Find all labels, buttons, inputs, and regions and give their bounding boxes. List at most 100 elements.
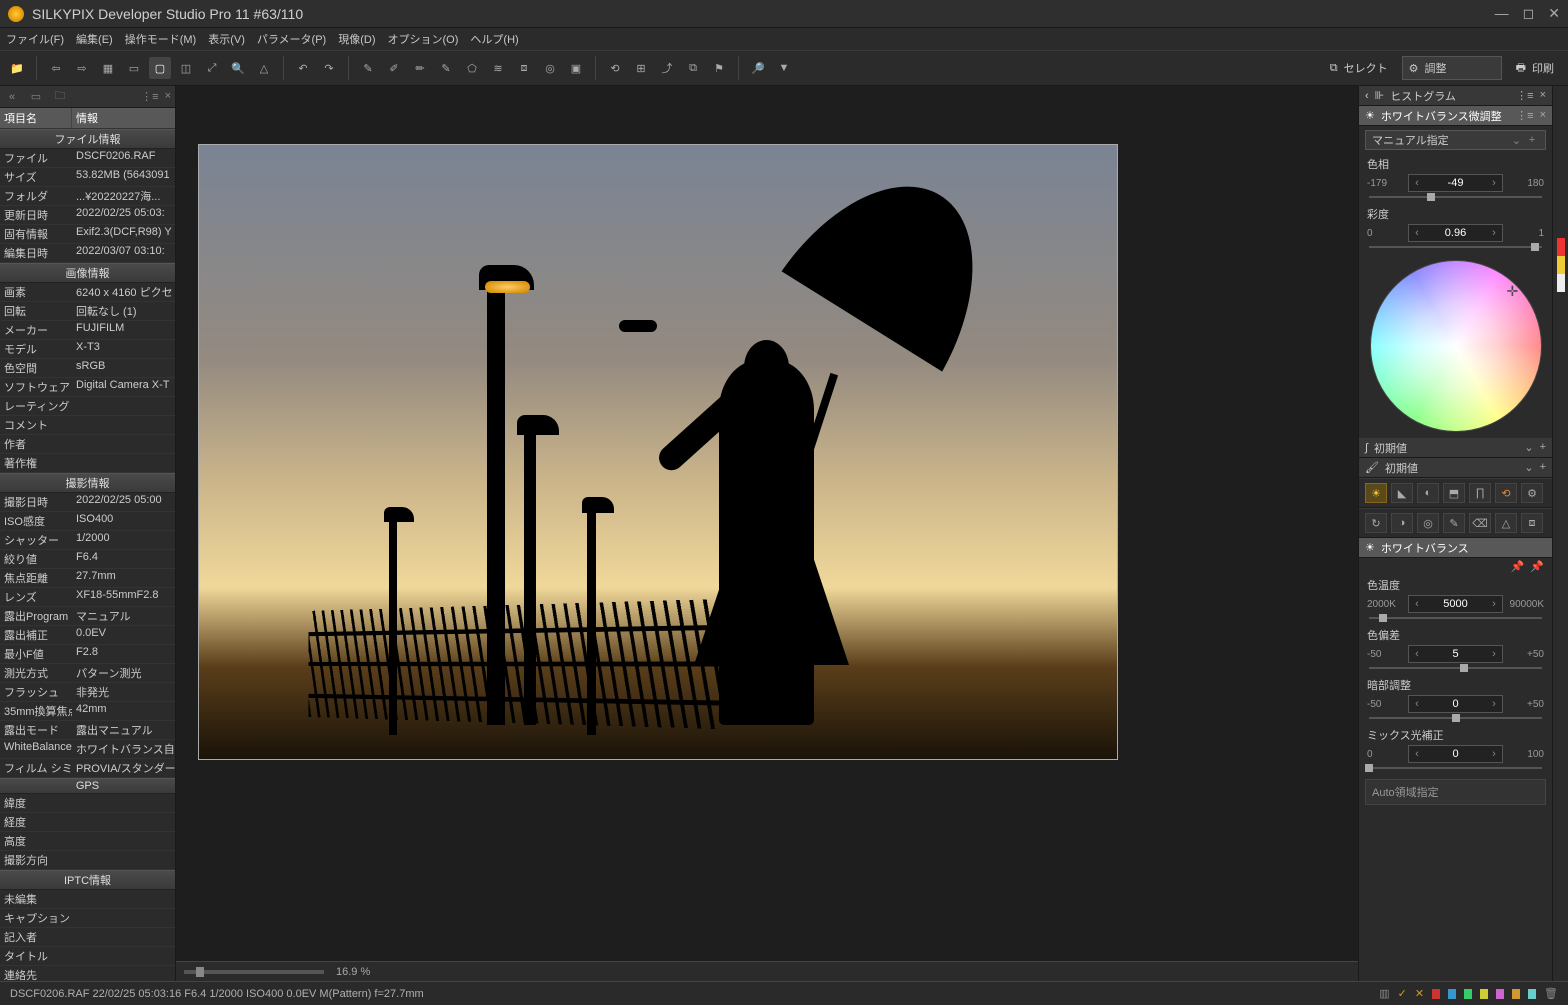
- exposure-tool-icon[interactable]: ◐: [1417, 483, 1439, 503]
- sharpen-tool-icon[interactable]: △: [1495, 513, 1517, 533]
- menu-file[interactable]: ファイル(F): [6, 31, 64, 47]
- menu-help[interactable]: ヘルプ(H): [470, 31, 518, 47]
- color-wheel[interactable]: ✛: [1370, 260, 1542, 432]
- tool-compare-icon[interactable]: ⧉: [682, 57, 704, 79]
- canvas[interactable]: [176, 86, 1358, 961]
- tool-clone-icon[interactable]: ◎: [539, 57, 561, 79]
- redo-icon[interactable]: ↷: [318, 57, 340, 79]
- tone-tool-icon[interactable]: ◣: [1391, 483, 1413, 503]
- zoom-slider[interactable]: [184, 970, 324, 974]
- status-page-icon[interactable]: ▥: [1379, 987, 1389, 1000]
- open-folder-icon[interactable]: 📁: [6, 57, 28, 79]
- mix-slider[interactable]: [1369, 767, 1542, 769]
- panel-close-icon[interactable]: ×: [1540, 109, 1546, 122]
- marker-pink-icon[interactable]: [1496, 989, 1504, 999]
- cd-slider[interactable]: [1369, 667, 1542, 669]
- panel-menu-icon[interactable]: ⋮≡: [141, 90, 158, 103]
- warning-icon[interactable]: △: [253, 57, 275, 79]
- cd-value-input[interactable]: ‹5›: [1408, 645, 1503, 663]
- tool-flag-icon[interactable]: ⚑: [708, 57, 730, 79]
- status-check-icon[interactable]: ✓: [1398, 987, 1407, 1000]
- status-close-icon[interactable]: ✕: [1415, 987, 1424, 1000]
- panel-menu-icon[interactable]: ⋮≡: [1516, 89, 1533, 102]
- minimize-button[interactable]: —: [1495, 5, 1509, 22]
- fullscreen-icon[interactable]: ⤢: [201, 57, 223, 79]
- thumbnail-view-icon[interactable]: ▦: [97, 57, 119, 79]
- tab-folder-icon[interactable]: 🗀: [52, 89, 68, 105]
- tab-info-icon[interactable]: ▭: [28, 89, 44, 105]
- wb-pin1-icon[interactable]: 📌: [1511, 560, 1525, 573]
- menu-edit[interactable]: 編集(E): [76, 31, 113, 47]
- menu-mode[interactable]: 操作モード(M): [125, 31, 197, 47]
- menu-view[interactable]: 表示(V): [208, 31, 245, 47]
- menu-option[interactable]: オプション(O): [388, 31, 459, 47]
- chevron-down-icon[interactable]: ⌄: [1524, 461, 1533, 474]
- split-view-icon[interactable]: ◫: [175, 57, 197, 79]
- mode-print[interactable]: 🖶 印刷: [1508, 59, 1562, 78]
- sat-slider[interactable]: [1369, 246, 1542, 248]
- dark-value-input[interactable]: ‹0›: [1408, 695, 1503, 713]
- combined-view-icon[interactable]: ▭: [123, 57, 145, 79]
- tool-rotate-icon[interactable]: ⟲: [604, 57, 626, 79]
- menu-param[interactable]: パラメータ(P): [257, 31, 326, 47]
- sat-value-input[interactable]: ‹0.96›: [1408, 224, 1503, 242]
- marker-orange-icon[interactable]: [1512, 989, 1520, 999]
- close-button[interactable]: ✕: [1548, 5, 1560, 22]
- marker-blue-icon[interactable]: [1448, 989, 1456, 999]
- ct-slider[interactable]: [1369, 617, 1542, 619]
- mix-value-input[interactable]: ‹0›: [1408, 745, 1503, 763]
- eraser-tool-icon[interactable]: ⌫: [1469, 513, 1491, 533]
- highlight-tool-icon[interactable]: ⬒: [1443, 483, 1465, 503]
- ct-value-input[interactable]: ‹5000›: [1408, 595, 1503, 613]
- mode-adjust-dropdown[interactable]: ⚙ 調整: [1402, 56, 1502, 80]
- settings-tool-icon[interactable]: ⚙: [1521, 483, 1543, 503]
- panel-close-icon[interactable]: ×: [165, 90, 171, 103]
- tool-layers-icon[interactable]: ≋: [487, 57, 509, 79]
- add-icon[interactable]: +: [1540, 441, 1546, 454]
- wb-tool-icon[interactable]: ☀: [1365, 483, 1387, 503]
- histogram-header[interactable]: ‹ ⊪ ヒストグラム ⋮≡×: [1359, 86, 1552, 106]
- marker-cyan-icon[interactable]: [1528, 989, 1536, 999]
- next-icon[interactable]: ⇨: [71, 57, 93, 79]
- menu-develop[interactable]: 現像(D): [338, 31, 375, 47]
- mode-select[interactable]: ⧉ セレクト: [1322, 60, 1396, 76]
- panel-close-icon[interactable]: ×: [1540, 89, 1546, 102]
- auto-region-box[interactable]: Auto領域指定: [1365, 779, 1546, 805]
- chevron-down-icon[interactable]: ⌄: [1524, 441, 1533, 454]
- tool-export-icon[interactable]: ⤴: [656, 57, 678, 79]
- crop-tool-icon[interactable]: ⧈: [1521, 513, 1543, 533]
- tool-wb-picker-icon[interactable]: ✎: [357, 57, 379, 79]
- color-header[interactable]: 🖌 初期値 ⌄+: [1359, 458, 1552, 478]
- maximize-button[interactable]: ◻: [1523, 5, 1535, 22]
- panel-menu-icon[interactable]: ⋮≡: [1516, 109, 1533, 122]
- wbfine-header[interactable]: ☀ ホワイトバランス微調整 ⋮≡×: [1359, 106, 1552, 126]
- tool-level-icon[interactable]: ⊞: [630, 57, 652, 79]
- brush-tool-icon[interactable]: ✎: [1443, 513, 1465, 533]
- hue-slider[interactable]: [1369, 196, 1542, 198]
- dark-slider[interactable]: [1369, 717, 1542, 719]
- lens-tool-icon[interactable]: ◎: [1417, 513, 1439, 533]
- wbfine-mode-select[interactable]: マニュアル指定 ⌄ +: [1365, 130, 1546, 150]
- wb-pin2-icon[interactable]: 📌: [1530, 560, 1544, 573]
- tool-exposure-icon[interactable]: ✐: [383, 57, 405, 79]
- tab-collapse-icon[interactable]: «: [4, 89, 20, 105]
- tone-header[interactable]: ∫ 初期値 ⌄+: [1359, 438, 1552, 458]
- prev-icon[interactable]: ⇦: [45, 57, 67, 79]
- preview-view-icon[interactable]: ▢: [149, 57, 171, 79]
- marker-red-icon[interactable]: [1432, 989, 1440, 999]
- text-tool-icon[interactable]: ∏: [1469, 483, 1491, 503]
- hue-value-input[interactable]: ‹-49›: [1408, 174, 1503, 192]
- tool-black-icon[interactable]: ✏: [409, 57, 431, 79]
- reset-tool-icon[interactable]: ⟲: [1495, 483, 1517, 503]
- mask-tool-icon[interactable]: ◑: [1391, 513, 1413, 533]
- tool-mask-icon[interactable]: ▣: [565, 57, 587, 79]
- tool-search-icon[interactable]: 🔎: [747, 57, 769, 79]
- loupe-icon[interactable]: 🔍: [227, 57, 249, 79]
- tool-filter-icon[interactable]: ▼: [773, 57, 795, 79]
- rotate-tool-icon[interactable]: ↻: [1365, 513, 1387, 533]
- tool-crop-icon[interactable]: ⧈: [513, 57, 535, 79]
- add-icon[interactable]: +: [1540, 461, 1546, 474]
- undo-icon[interactable]: ↶: [292, 57, 314, 79]
- tool-shape-icon[interactable]: ⬠: [461, 57, 483, 79]
- wb-header[interactable]: ☀ ホワイトバランス: [1359, 538, 1552, 558]
